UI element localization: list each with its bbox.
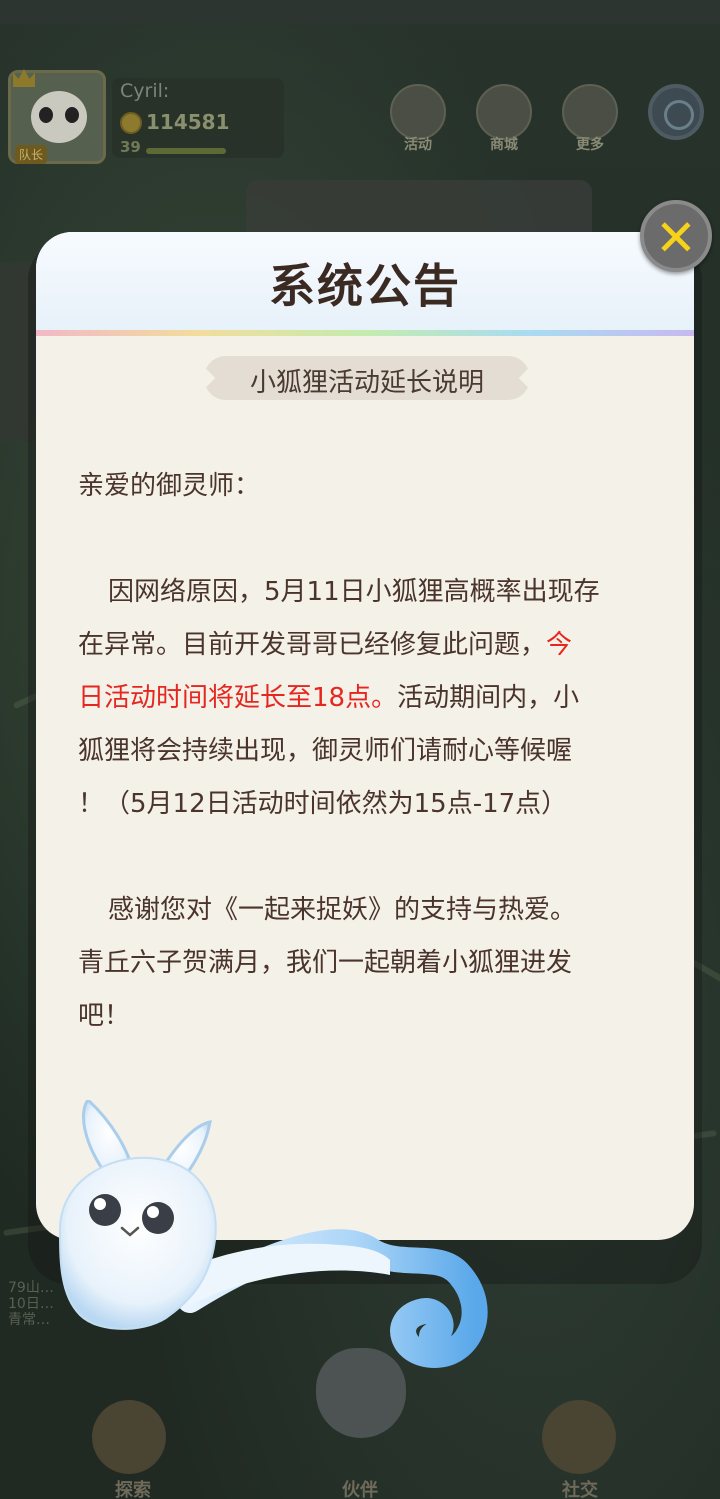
status-strip — [0, 0, 720, 24]
coin-icon — [120, 112, 142, 134]
nav-social[interactable]: 社交 — [535, 1476, 625, 1499]
xp-bar — [146, 148, 226, 154]
people-icon[interactable] — [542, 1400, 616, 1474]
more-grid-icon[interactable] — [562, 84, 618, 140]
highlight-text: 日活动时间将延长至18点。 — [78, 683, 398, 713]
close-button[interactable]: ✕ — [640, 200, 712, 272]
body-line: ！（5月12日活动时间依然为15点-17点） — [78, 789, 568, 819]
avatar[interactable]: 队长 — [8, 69, 106, 164]
body-line: 日活动时间将延长至18点。活动期间内，小 — [78, 672, 658, 725]
dialog-subtitle: 小狐狸活动延长说明 — [249, 368, 484, 398]
fox-spirit-mascot-icon — [58, 1100, 488, 1369]
player-card[interactable]: 队长 Cyril: 114581 39 — [8, 69, 284, 164]
body-line: 在异常。目前开发哥哥已经修复此问题，今 — [78, 619, 658, 672]
dialog-header: 系统公告 — [36, 232, 694, 332]
nav-explore[interactable]: 探索 — [88, 1476, 178, 1499]
body-text: 活动期间内，小 — [397, 683, 580, 713]
crown-icon — [13, 69, 35, 87]
gift-icon[interactable] — [390, 84, 446, 140]
player-level: 39 — [120, 138, 141, 156]
header-divider — [36, 330, 694, 336]
menu-label-shop: 商城 — [490, 137, 518, 153]
menu-label-more: 更多 — [576, 137, 604, 153]
radar-icon[interactable] — [648, 84, 704, 140]
player-info: Cyril: 114581 39 — [112, 78, 284, 158]
body-line: 狐狸将会持续出现，御灵师们请耐心等候喔 — [78, 736, 573, 766]
body-line: 吧！ — [78, 1001, 131, 1031]
nav-partner[interactable]: 伙伴 — [315, 1476, 405, 1499]
greeting: 亲爱的御灵师： — [78, 471, 261, 501]
close-icon: ✕ — [655, 209, 697, 267]
announcement-dialog: 系统公告 小狐狸活动延长说明 亲爱的御灵师： 因网络原因，5月11日小狐狸高概率… — [36, 232, 694, 1240]
captain-badge: 队长 — [15, 145, 48, 164]
body-line: 感谢您对《一起来捉妖》的支持与热爱。 — [108, 895, 577, 925]
subtitle-pill: 小狐狸活动延长说明 — [204, 356, 530, 400]
highlight-text: 今 — [546, 630, 573, 660]
menu-label-activity: 活动 — [404, 137, 432, 153]
body-line: 因网络原因，5月11日小狐狸高概率出现存 — [108, 577, 600, 607]
player-name: Cyril: — [120, 80, 170, 102]
background-panel — [246, 180, 592, 240]
coin-count: 114581 — [146, 110, 230, 134]
body-line: 青丘六子贺满月，我们一起朝着小狐狸进发 — [78, 948, 573, 978]
shop-icon[interactable] — [476, 84, 532, 140]
body-text: 在异常。目前开发哥哥已经修复此问题， — [78, 630, 547, 660]
dialog-title: 系统公告 — [269, 259, 461, 313]
announcement-body: 亲爱的御灵师： 因网络原因，5月11日小狐狸高概率出现存 在异常。目前开发哥哥已… — [78, 460, 658, 1043]
panda-avatar-icon — [31, 91, 87, 143]
